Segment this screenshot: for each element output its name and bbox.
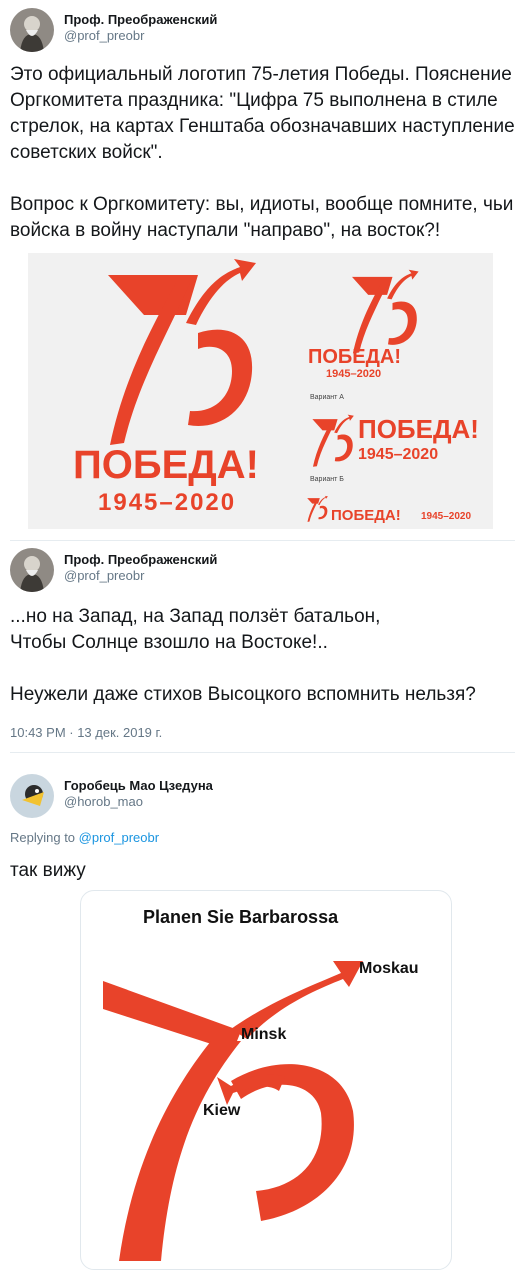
variant-a-word: ПОБЕДА!	[308, 346, 401, 368]
main-years: 1945–2020	[98, 489, 236, 516]
tweet-text: ...но на Запад, на Запад ползёт батальон…	[10, 606, 476, 705]
label-moskau: Moskau	[359, 960, 419, 977]
replying-to: Replying to @prof_preobr	[10, 830, 159, 845]
tweet-2: Проф. Преображенский @prof_preobr ...но …	[0, 548, 532, 748]
author-handle[interactable]: @prof_preobr	[64, 28, 217, 44]
variant-c-75	[307, 495, 328, 522]
map-title: Planen Sie Barbarossa	[143, 907, 339, 927]
avatar[interactable]	[10, 8, 54, 52]
tweet-text: Это официальный логотип 75-летия Победы.…	[10, 64, 515, 241]
author-name[interactable]: Проф. Преображенский	[64, 12, 217, 28]
divider	[10, 752, 515, 753]
label-minsk: Minsk	[241, 1026, 286, 1043]
variant-b-75	[312, 414, 354, 467]
logo-image[interactable]: ПОБЕДА! 1945–2020 ПОБЕДА! 1945–2020 Вари…	[28, 253, 493, 529]
tweet-text: так вижу	[10, 860, 86, 881]
tweet-1: Проф. Преображенский @prof_preobr Это оф…	[0, 0, 532, 540]
author-handle[interactable]: @horob_mao	[64, 794, 213, 810]
avatar[interactable]	[10, 774, 54, 818]
variant-b-word: ПОБЕДА!	[358, 414, 479, 444]
replying-to-link[interactable]: @prof_preobr	[79, 830, 159, 845]
reply-header: Горобець Мао Цзедуна @horob_mao	[10, 774, 213, 818]
avatar[interactable]	[10, 548, 54, 592]
big-75-logo	[108, 259, 256, 445]
variant-b-label: Вариант Б	[310, 476, 344, 483]
variant-b-years: 1945–2020	[358, 446, 438, 463]
variant-c-years: 1945–2020	[421, 511, 471, 522]
author-name[interactable]: Проф. Преображенский	[64, 552, 217, 568]
variant-a-years: 1945–2020	[326, 368, 381, 380]
variant-c-word: ПОБЕДА!	[331, 507, 401, 524]
variant-a-label: Вариант А	[310, 394, 344, 401]
variant-a-75	[352, 269, 419, 354]
replying-prefix: Replying to	[10, 830, 76, 845]
map-image[interactable]: Planen Sie Barbarossa Moskau Minsk Kiew	[80, 890, 452, 1270]
author-handle[interactable]: @prof_preobr	[64, 568, 217, 584]
tweet-2-header: Проф. Преображенский @prof_preobr	[10, 548, 217, 592]
main-word: ПОБЕДА!	[73, 443, 259, 487]
tweet-1-header: Проф. Преображенский @prof_preobr	[10, 8, 217, 52]
label-kiew: Kiew	[203, 1102, 241, 1119]
timestamp[interactable]: 10:43 PM · 13 дек. 2019 г.	[10, 725, 162, 740]
author-name[interactable]: Горобець Мао Цзедуна	[64, 778, 213, 794]
divider	[10, 540, 515, 541]
